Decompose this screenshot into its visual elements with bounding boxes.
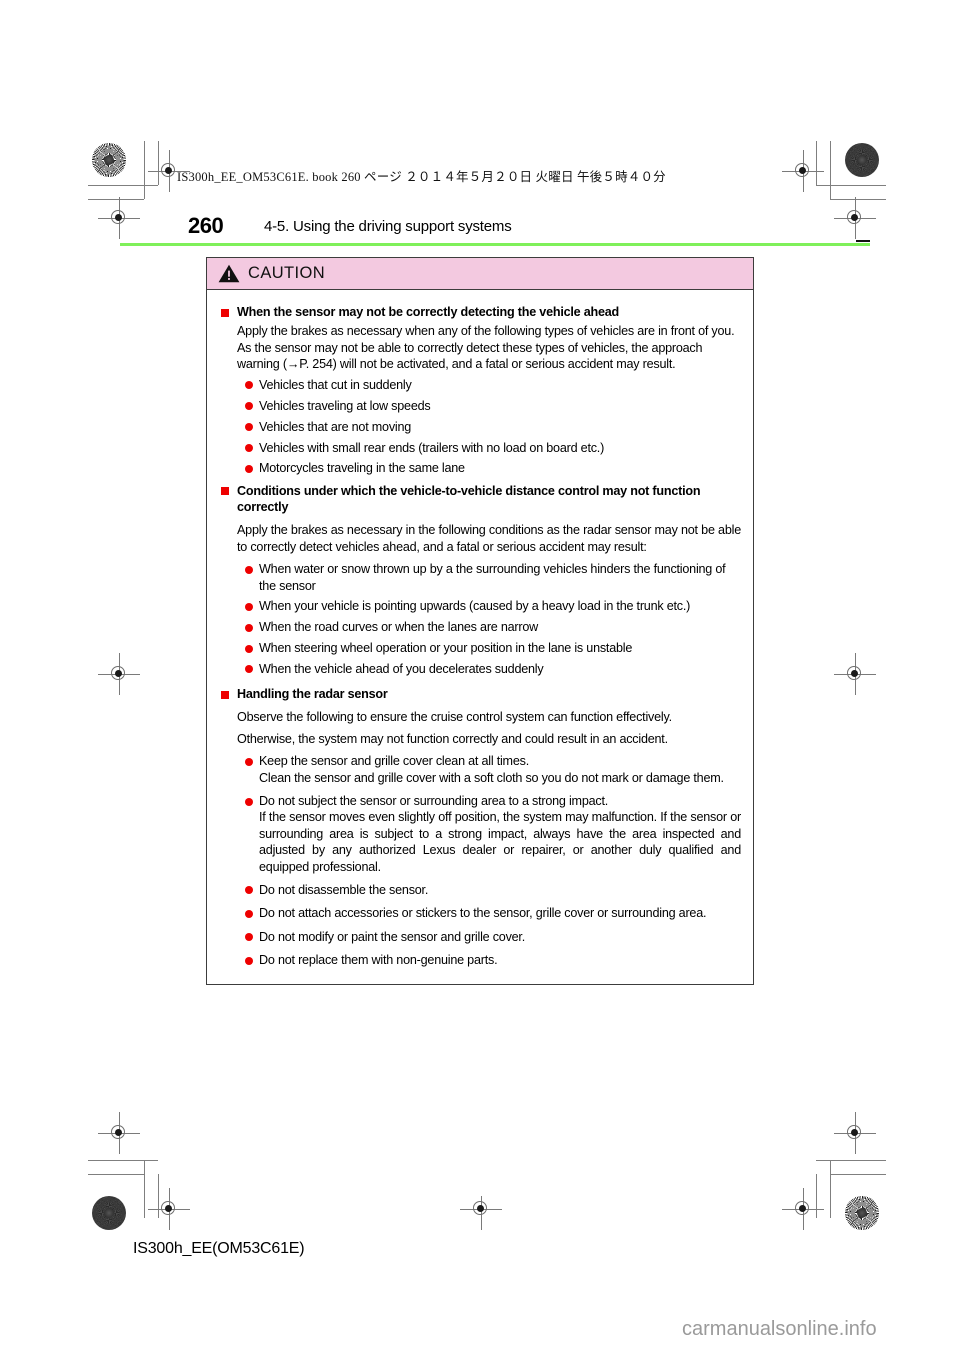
- header-rule-green: [120, 243, 870, 246]
- print-file-header: IS300h_EE_OM53C61E. book 260 ページ ２０１４年５月…: [177, 170, 666, 184]
- list-item-text: Do not attach accessories or stickers to…: [259, 906, 707, 921]
- caution-section-heading: Conditions under which the vehicle-to-ve…: [219, 483, 741, 516]
- trim-line-top-left-h2: [88, 199, 144, 200]
- list-item: Vehicles that are not moving: [245, 419, 741, 435]
- registration-mark-left-upper: [98, 197, 140, 239]
- list-item-text: Do not replace them with non-genuine par…: [259, 953, 498, 967]
- list-item-text: Do not modify or paint the sensor and gr…: [259, 929, 525, 944]
- trim-line-top-left-h: [88, 185, 158, 186]
- list-item-text: Do not disassemble the sensor.: [259, 882, 429, 897]
- caution-paragraph: Apply the brakes as necessary in the fol…: [237, 523, 741, 554]
- list-item: Do not subject the sensor or surrounding…: [245, 793, 741, 875]
- trim-line-bottom-left-v: [144, 1160, 145, 1218]
- registration-mark-bottom-right-inner: [782, 1188, 824, 1230]
- list-item-text: When the vehicle ahead of you decelerate…: [259, 661, 544, 676]
- print-rosette-bottom-right: [845, 1196, 879, 1230]
- caution-paragraph: Apply the brakes as necessary when any o…: [237, 324, 735, 339]
- list-item-text: When your vehicle is pointing upwards (c…: [259, 599, 691, 614]
- trim-line-top-left-v: [144, 141, 145, 199]
- list-item: Do not modify or paint the sensor and gr…: [245, 929, 741, 945]
- list-item-subtext: Clean the sensor and grille cover with a…: [259, 770, 724, 785]
- list-item-text: Vehicles that are not moving: [259, 419, 412, 434]
- caution-bullet-list: When water or snow thrown up by a the su…: [219, 561, 741, 677]
- list-item-text: Keep the sensor and grille cover clean a…: [259, 754, 529, 769]
- list-item: Motorcycles traveling in the same lane: [245, 460, 741, 476]
- registration-mark-top-right-inner: [782, 150, 824, 192]
- print-rosette-bottom-left: [92, 1196, 126, 1230]
- trim-line-top-right-h2: [830, 199, 886, 200]
- list-item: Keep the sensor and grille cover clean a…: [245, 753, 741, 786]
- registration-mark-left-lower: [98, 1112, 140, 1154]
- list-item-text: Vehicles with small rear ends (trailers …: [259, 440, 605, 455]
- trim-line-bottom-left-h2: [88, 1174, 144, 1175]
- caution-paragraph: As the sensor may not be able to correct…: [237, 340, 703, 372]
- registration-mark-bottom-left-inner: [148, 1188, 190, 1230]
- trim-line-bottom-right-v2: [816, 1174, 817, 1218]
- caution-bullet-list: Vehicles that cut in suddenly Vehicles t…: [219, 377, 741, 477]
- list-item-text: When water or snow thrown up by a the su…: [259, 562, 726, 593]
- list-item-text: Vehicles traveling at low speeds: [259, 398, 431, 413]
- trim-line-top-right-v: [830, 141, 831, 199]
- caution-paragraph: Otherwise, the system may not function c…: [237, 732, 668, 747]
- header-rule-cap: [856, 240, 870, 242]
- caution-section: Handling the radar sensor Observe the fo…: [219, 686, 741, 968]
- list-item: Vehicles with small rear ends (trailers …: [245, 440, 741, 456]
- caution-label: CAUTION: [248, 264, 326, 282]
- list-item: Vehicles that cut in suddenly: [245, 377, 741, 393]
- footer-document-code: IS300h_EE(OM53C61E): [133, 1240, 305, 1257]
- list-item-text: Do not subject the sensor or surrounding…: [259, 794, 609, 809]
- site-watermark: carmanualsonline.info: [682, 1318, 877, 1340]
- caution-paragraph: Observe the following to ensure the crui…: [237, 709, 672, 724]
- registration-mark-bottom-center: [460, 1196, 502, 1230]
- print-rosette-top-left: [92, 143, 126, 177]
- trim-line-top-left-v2: [158, 141, 159, 185]
- registration-mark-left-middle: [98, 653, 140, 695]
- list-item: When your vehicle is pointing upwards (c…: [245, 598, 741, 614]
- trim-line-bottom-right-h2: [830, 1174, 886, 1175]
- list-item: Do not disassemble the sensor.: [245, 882, 741, 898]
- registration-mark-right-upper: [834, 197, 876, 239]
- list-item: When steering wheel operation or your po…: [245, 640, 741, 656]
- caution-section-heading: Handling the radar sensor: [219, 686, 741, 702]
- list-item: When the vehicle ahead of you decelerate…: [245, 661, 741, 677]
- warning-triangle-icon: [218, 264, 240, 283]
- trim-line-bottom-left-h: [88, 1160, 158, 1161]
- list-item-text: When the road curves or when the lanes a…: [259, 620, 539, 635]
- trim-line-top-right-v2: [816, 141, 817, 185]
- trim-line-bottom-right-h: [816, 1160, 886, 1161]
- list-item-text: When steering wheel operation or your po…: [259, 641, 633, 656]
- section-title: 4-5. Using the driving support systems: [264, 218, 512, 235]
- list-item-text: Motorcycles traveling in the same lane: [259, 461, 465, 476]
- trim-line-bottom-left-v2: [158, 1174, 159, 1218]
- print-rosette-top-right: [845, 143, 879, 177]
- list-item: When water or snow thrown up by a the su…: [245, 561, 741, 594]
- caution-bullet-list: Keep the sensor and grille cover clean a…: [219, 753, 741, 968]
- list-item: Do not attach accessories or stickers to…: [245, 905, 741, 921]
- trim-line-bottom-right-v: [830, 1160, 831, 1218]
- trim-line-top-right-h: [816, 185, 886, 186]
- list-item-text: Vehicles that cut in suddenly: [259, 377, 412, 392]
- caution-body: When the sensor may not be correctly det…: [207, 290, 753, 984]
- registration-mark-right-middle: [834, 653, 876, 695]
- caution-section-heading: When the sensor may not be correctly det…: [219, 304, 741, 320]
- list-item: Do not replace them with non-genuine par…: [245, 952, 741, 968]
- list-item-subtext: If the sensor moves even slightly off po…: [259, 810, 741, 874]
- caution-header: CAUTION: [207, 258, 753, 290]
- list-item: Vehicles traveling at low speeds: [245, 398, 741, 414]
- page-number: 260: [188, 213, 224, 238]
- caution-section: When the sensor may not be correctly det…: [219, 304, 741, 477]
- registration-mark-right-lower: [834, 1112, 876, 1154]
- list-item: When the road curves or when the lanes a…: [245, 619, 741, 635]
- caution-section: Conditions under which the vehicle-to-ve…: [219, 483, 741, 678]
- caution-box: CAUTION When the sensor may not be corre…: [206, 257, 754, 986]
